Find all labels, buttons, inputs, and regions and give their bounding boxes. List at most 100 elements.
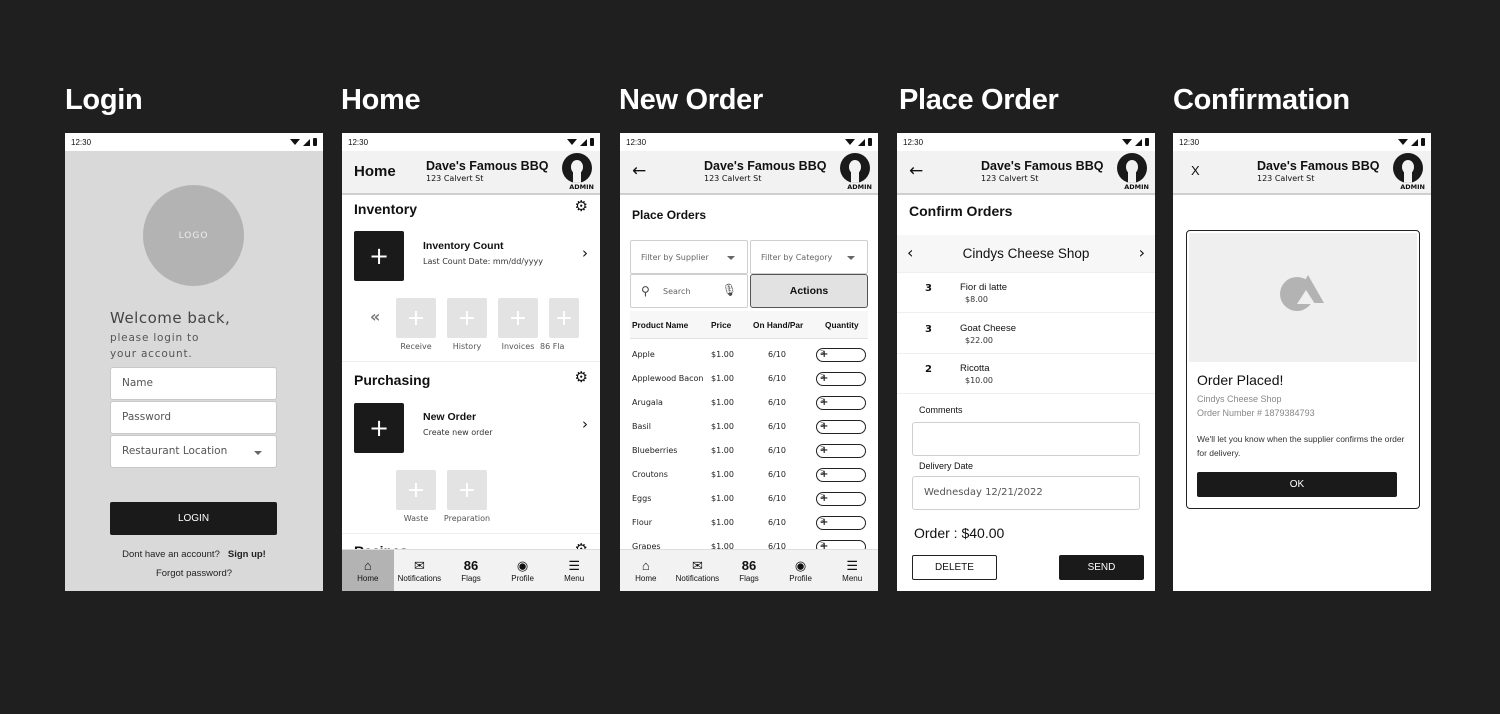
- nav-profile[interactable]: ◉ Profile: [775, 550, 827, 591]
- nav-menu[interactable]: ☰ Menu: [826, 550, 878, 591]
- 86-flags-tile[interactable]: +: [549, 298, 579, 338]
- receive-tile[interactable]: +: [396, 298, 436, 338]
- quantity-stepper[interactable]: -3 +: [816, 348, 866, 362]
- send-button[interactable]: SEND: [1059, 555, 1144, 580]
- increment-button[interactable]: +: [820, 469, 828, 480]
- status-bar: 12:30: [342, 133, 600, 151]
- table-row: Croutons $1.00 6/10 -3 +: [630, 468, 868, 492]
- nav-flags[interactable]: 86 Flags: [723, 550, 775, 591]
- order-item[interactable]: 3 Goat Cheese $22.00: [897, 314, 1155, 354]
- nav-profile[interactable]: ◉ Profile: [497, 550, 549, 591]
- inventory-count-tile[interactable]: +: [354, 231, 404, 281]
- nav-label: Profile: [511, 574, 534, 583]
- table-header: Product Name Price On Hand/Par Quantity: [630, 311, 868, 339]
- quantity-stepper[interactable]: -3 +: [816, 396, 866, 410]
- quantity-stepper[interactable]: -3 +: [816, 468, 866, 482]
- close-icon[interactable]: X: [1191, 163, 1200, 178]
- increment-button[interactable]: +: [820, 493, 828, 504]
- increment-button[interactable]: +: [820, 421, 828, 432]
- password-input[interactable]: Password: [110, 401, 277, 434]
- avatar[interactable]: [562, 153, 592, 183]
- actions-button[interactable]: Actions: [750, 274, 868, 308]
- product-price: $1.00: [711, 350, 734, 359]
- increment-button[interactable]: +: [820, 349, 828, 360]
- preparation-tile[interactable]: +: [447, 470, 487, 510]
- chevron-right-icon[interactable]: ›: [582, 415, 588, 433]
- quantity-stepper[interactable]: -3 +: [816, 372, 866, 386]
- nav-label: Notifications: [675, 574, 720, 583]
- comments-label: Comments: [919, 405, 963, 415]
- inventory-settings-gear-icon[interactable]: ⚙: [575, 197, 588, 215]
- profile-icon: ◉: [794, 558, 807, 573]
- login-button[interactable]: LOGIN: [110, 502, 277, 535]
- quantity-stepper[interactable]: -3 +: [816, 444, 866, 458]
- comments-input[interactable]: [912, 422, 1140, 456]
- purchasing-settings-gear-icon[interactable]: ⚙: [575, 368, 588, 386]
- avatar[interactable]: [1117, 153, 1147, 183]
- signal-icon: [303, 138, 310, 146]
- invoices-tile[interactable]: +: [498, 298, 538, 338]
- waste-tile[interactable]: +: [396, 470, 436, 510]
- product-name: Eggs: [632, 494, 652, 503]
- nav-notifications[interactable]: ✉ Notifications: [394, 550, 446, 591]
- filter-category-select[interactable]: Filter by Category: [750, 240, 868, 274]
- signal-icon: [1135, 138, 1142, 146]
- nav-menu[interactable]: ☰ Menu: [548, 550, 600, 591]
- microphone-icon[interactable]: 🎙: [722, 283, 737, 297]
- product-on-hand: 6/10: [768, 374, 786, 383]
- avatar[interactable]: [1393, 153, 1423, 183]
- screen-title-home: Home: [341, 84, 421, 116]
- delete-button[interactable]: DELETE: [912, 555, 997, 580]
- confirmation-card: Order Placed! Cindys Cheese Shop Order N…: [1186, 230, 1420, 509]
- search-input[interactable]: ⚲ Search 🎙: [630, 274, 748, 308]
- order-item[interactable]: 2 Ricotta $10.00: [897, 354, 1155, 394]
- 86-flags-label: 86 Fla: [540, 342, 565, 351]
- filter-supplier-select[interactable]: Filter by Supplier: [630, 240, 748, 274]
- product-name: Arugala: [632, 398, 663, 407]
- app-header: Home Dave's Famous BBQ 123 Calvert St AD…: [342, 151, 600, 195]
- nav-home[interactable]: ⌂ Home: [620, 550, 672, 591]
- item-name: Goat Cheese: [960, 323, 1016, 334]
- chevron-right-icon[interactable]: ›: [1139, 243, 1145, 262]
- chevron-right-icon[interactable]: ›: [582, 244, 588, 262]
- increment-button[interactable]: +: [820, 445, 828, 456]
- product-price: $1.00: [711, 398, 734, 407]
- supplier-selector: ‹ Cindys Cheese Shop ›: [897, 235, 1155, 273]
- name-input[interactable]: Name: [110, 367, 277, 400]
- ok-button[interactable]: OK: [1197, 472, 1397, 497]
- battery-icon: [868, 138, 872, 146]
- avatar[interactable]: [840, 153, 870, 183]
- page-title: Place Orders: [632, 208, 707, 222]
- back-arrow-icon[interactable]: ←: [632, 161, 646, 181]
- nav-flags[interactable]: 86 Flags: [445, 550, 497, 591]
- nav-home[interactable]: ⌂ Home: [342, 550, 394, 591]
- double-chevron-left-icon[interactable]: «: [370, 307, 380, 326]
- order-number: Order Number # 1879384793: [1197, 408, 1315, 418]
- quantity-stepper[interactable]: -3 +: [816, 516, 866, 530]
- status-bar: 12:30: [1173, 133, 1431, 151]
- signup-link[interactable]: Sign up!: [228, 549, 266, 560]
- confirmation-screen: 12:30 X Dave's Famous BBQ 123 Calvert St…: [1173, 133, 1431, 591]
- increment-button[interactable]: +: [820, 397, 828, 408]
- increment-button[interactable]: +: [820, 373, 828, 384]
- new-order-tile[interactable]: +: [354, 403, 404, 453]
- back-arrow-icon[interactable]: ←: [909, 161, 923, 181]
- forgot-password-link[interactable]: Forgot password?: [65, 568, 323, 579]
- home-icon: ⌂: [363, 558, 372, 573]
- product-on-hand: 6/10: [768, 518, 786, 527]
- restaurant-address: 123 Calvert St: [981, 174, 1039, 183]
- quantity-stepper[interactable]: -3 +: [816, 420, 866, 434]
- order-item[interactable]: 3 Fior di latte $8.00: [897, 273, 1155, 313]
- signup-line: Dont have an account? Sign up!: [65, 549, 323, 560]
- screen-title-confirmation: Confirmation: [1173, 84, 1350, 116]
- increment-button[interactable]: +: [820, 517, 828, 528]
- delivery-date-input[interactable]: Wednesday 12/21/2022: [912, 476, 1140, 510]
- col-quantity: Quantity: [825, 320, 859, 330]
- delivery-date-label: Delivery Date: [919, 461, 974, 471]
- product-on-hand: 6/10: [768, 398, 786, 407]
- nav-label: Home: [357, 574, 379, 583]
- restaurant-location-select[interactable]: Restaurant Location: [110, 435, 277, 468]
- nav-notifications[interactable]: ✉ Notifications: [672, 550, 724, 591]
- history-tile[interactable]: +: [447, 298, 487, 338]
- quantity-stepper[interactable]: -3 +: [816, 492, 866, 506]
